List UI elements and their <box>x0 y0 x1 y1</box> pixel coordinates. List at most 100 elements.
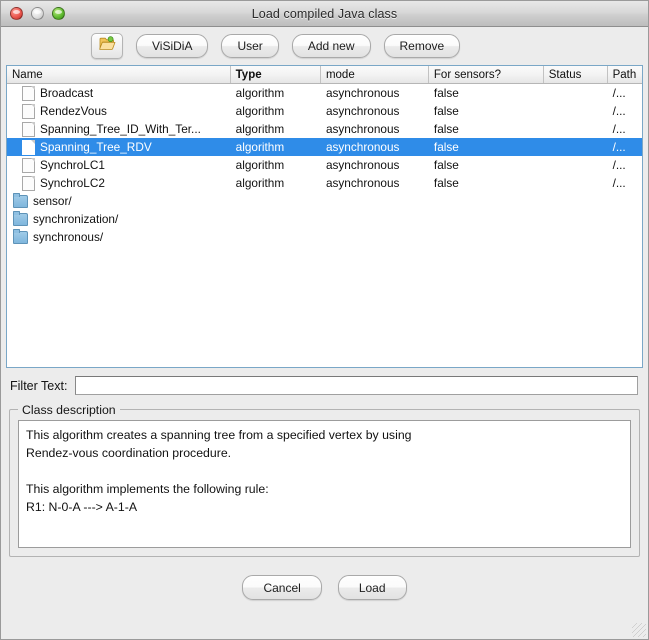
window-controls <box>10 7 65 20</box>
table-cell-sensors <box>429 192 544 210</box>
column-header-type[interactable]: Type <box>231 66 321 83</box>
open-folder-icon <box>98 36 116 56</box>
table-row[interactable]: synchronous/ <box>7 228 642 246</box>
table-cell-type: algorithm <box>235 104 285 118</box>
table-cell-type: algorithm <box>235 86 285 100</box>
table-cell-sensors: false <box>433 122 459 136</box>
add-new-button[interactable]: Add new <box>291 34 371 58</box>
table-cell-name-label: synchronous/ <box>33 230 104 244</box>
document-icon <box>22 175 35 191</box>
table-cell-path: /... <box>612 104 626 118</box>
table-cell-name: synchronization/ <box>7 210 231 228</box>
table-cell-name-label: Broadcast <box>40 86 94 100</box>
table-cell-type <box>231 192 321 210</box>
visidia-button[interactable]: ViSiDiA <box>136 34 209 58</box>
table-cell-name-label: Spanning_Tree_ID_With_Ter... <box>40 122 201 136</box>
table-cell-sensors: false <box>433 86 459 100</box>
table-row[interactable]: SynchroLC1 algorithm asynchronous false /... <box>7 156 642 174</box>
table-cell-name: Spanning_Tree_ID_With_Ter... <box>7 120 231 138</box>
table-cell-path: /... <box>612 140 626 154</box>
table-cell-type: algorithm <box>235 122 285 136</box>
document-icon <box>22 121 35 137</box>
table-cell-status <box>544 192 608 210</box>
minimize-button[interactable] <box>31 7 44 20</box>
column-header-status[interactable]: Status <box>544 66 608 83</box>
table-cell-mode: asynchronous <box>325 104 400 118</box>
table-header-row: Name Type mode For sensors? Status Path <box>7 66 642 84</box>
table-cell-type: algorithm <box>235 176 285 190</box>
table-cell-type: algorithm <box>235 158 285 172</box>
table-body: Broadcast algorithm asynchronous false/... R… <box>7 84 642 246</box>
class-table[interactable]: Name Type mode For sensors? Status Path … <box>6 65 643 368</box>
filter-input[interactable] <box>75 376 638 395</box>
table-cell-mode: asynchronous <box>325 86 400 100</box>
filter-row: Filter Text: <box>1 368 648 395</box>
maximize-button[interactable] <box>52 7 65 20</box>
table-cell-sensors: false <box>433 140 459 154</box>
document-icon <box>22 139 35 155</box>
open-folder-button[interactable] <box>91 33 123 59</box>
load-button[interactable]: Load <box>337 575 407 600</box>
column-header-mode[interactable]: mode <box>321 66 429 83</box>
table-cell-mode <box>321 192 429 210</box>
table-cell-sensors <box>429 210 544 228</box>
table-cell-name: SynchroLC1 <box>7 156 231 174</box>
table-cell-mode: asynchronous <box>325 176 400 190</box>
table-cell-sensors: false <box>433 176 459 190</box>
table-cell-sensors: false <box>433 104 459 118</box>
table-cell-name: RendezVous <box>7 102 231 120</box>
table-cell-type <box>231 228 321 246</box>
document-icon <box>22 85 35 101</box>
column-header-name[interactable]: Name <box>7 66 231 83</box>
table-cell-path: /... <box>612 122 626 136</box>
folder-icon <box>13 192 28 208</box>
load-java-class-window: Load compiled Java class ViSiDiA User Ad… <box>0 0 649 640</box>
class-description-text[interactable] <box>18 420 631 548</box>
table-cell-mode: asynchronous <box>325 158 400 172</box>
remove-button[interactable]: Remove <box>383 34 461 58</box>
table-row[interactable]: Spanning_Tree_RDV algorithm asynchronous fa… <box>7 138 642 156</box>
filter-label: Filter Text: <box>10 378 68 393</box>
table-cell-status <box>544 120 608 138</box>
table-row[interactable]: synchronization/ <box>7 210 642 228</box>
table-row[interactable]: SynchroLC2 algorithm asynchronous false /... <box>7 174 642 192</box>
class-description-title: Class description <box>18 403 120 417</box>
document-icon <box>22 103 35 119</box>
table-cell-path: /... <box>612 176 626 190</box>
window-title: Load compiled Java class <box>251 6 398 21</box>
table-row[interactable]: sensor/ <box>7 192 642 210</box>
table-row[interactable]: RendezVous algorithm asynchronous false /... <box>7 102 642 120</box>
folder-icon <box>13 228 28 244</box>
table-cell-name: SynchroLC2 <box>7 174 231 192</box>
table-cell-name-label: SynchroLC2 <box>40 176 105 190</box>
folder-icon <box>13 210 28 226</box>
table-cell-name: sensor/ <box>7 192 231 210</box>
table-cell-mode <box>321 228 429 246</box>
table-cell-name: synchronous/ <box>7 228 231 246</box>
column-header-path[interactable]: Path <box>608 66 642 83</box>
table-cell-status <box>544 174 608 192</box>
table-cell-status <box>544 210 608 228</box>
title-bar: Load compiled Java class <box>1 1 648 27</box>
table-cell-status <box>544 102 608 120</box>
table-cell-path <box>608 228 642 246</box>
user-button[interactable]: User <box>221 34 279 58</box>
table-cell-sensors: false <box>433 158 459 172</box>
close-button[interactable] <box>10 7 23 20</box>
table-cell-mode: asynchronous <box>325 140 400 154</box>
table-cell-name-label: sensor/ <box>33 194 72 208</box>
table-cell-path: /... <box>612 86 626 100</box>
toolbar: ViSiDiA User Add new Remove <box>1 27 648 65</box>
class-description-group: Class description <box>9 403 640 557</box>
cancel-button[interactable]: Cancel <box>242 575 322 600</box>
table-row[interactable]: Broadcast algorithm asynchronous false /... <box>7 84 642 102</box>
table-row[interactable]: Spanning_Tree_ID_With_Ter... algorithm asy… <box>7 120 642 138</box>
table-cell-path <box>608 192 642 210</box>
table-cell-path: /... <box>612 158 626 172</box>
table-cell-status <box>544 156 608 174</box>
document-icon <box>22 157 35 173</box>
column-header-sensors[interactable]: For sensors? <box>429 66 544 83</box>
table-cell-status <box>544 84 608 102</box>
table-cell-name-label: RendezVous <box>40 104 107 118</box>
table-cell-name: Broadcast <box>7 84 231 102</box>
